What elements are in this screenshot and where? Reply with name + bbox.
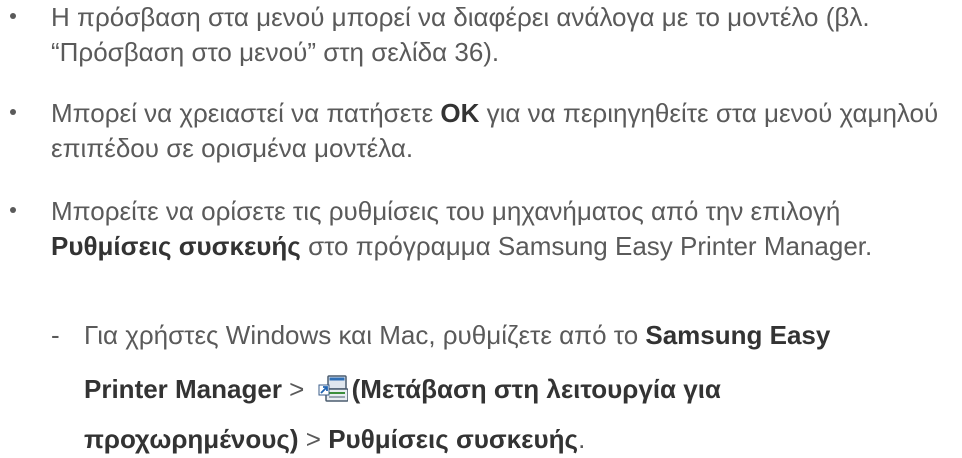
sub-text-prefix: Για χρήστες Windows και Mac, ρυθμίζετε α…: [84, 320, 646, 350]
sub-line: Για χρήστες Windows και Mac, ρυθμίζετε α…: [84, 318, 962, 353]
manual-page: Η πρόσβαση στα μενού μπορεί να διαφέρει …: [0, 0, 962, 458]
bullet-text: Η πρόσβαση στα μενού μπορεί να διαφέρει …: [51, 2, 870, 67]
bullet-dot: [10, 109, 16, 115]
ok-key-label: OK: [440, 98, 480, 128]
sub-line: Printer Manager > (Μετάβαση στη λειτουργ…: [84, 372, 962, 407]
bullet-text: Μπορεί να χρειαστεί να πατήσετε OK για ν…: [51, 96, 962, 166]
sub-line: προχωρημένους) > Ρυθμίσεις συσκευής.: [84, 422, 962, 457]
advanced-mode-label-line1: (Μετάβαση στη λειτουργία για: [351, 374, 721, 404]
path-separator: >: [298, 424, 329, 454]
sub-item-text: Για χρήστες Windows και Mac, ρυθμίζετε α…: [84, 318, 962, 457]
device-settings-label: Ρυθμίσεις συσκευής: [328, 424, 579, 454]
bullet-text: Μπορείτε να ορίσετε τις ρυθμίσεις του μη…: [51, 194, 962, 264]
bullet-text-prefix: Μπορείτε να ορίσετε τις ρυθμίσεις του μη…: [51, 196, 841, 226]
bullet-dot: [10, 207, 16, 213]
advanced-mode-icon: [318, 374, 349, 402]
bullet-text-prefix: Μπορεί να χρειαστεί να πατήσετε: [51, 98, 441, 128]
list-item: Μπορείτε να ορίσετε τις ρυθμίσεις του μη…: [0, 194, 962, 264]
path-separator: >: [281, 374, 312, 404]
app-name-part2: Printer Manager: [84, 374, 282, 404]
bullet-text-suffix: στο πρόγραμμα Samsung Easy Printer Manag…: [300, 231, 873, 261]
advanced-mode-label-line2: προχωρημένους): [84, 424, 299, 454]
dash-marker: -: [51, 320, 60, 350]
list-item: Μπορεί να χρειαστεί να πατήσετε OK για ν…: [0, 96, 962, 166]
device-settings-label: Ρυθμίσεις συσκευής: [51, 231, 301, 261]
list-item: Η πρόσβαση στα μενού μπορεί να διαφέρει …: [0, 0, 962, 70]
sentence-end: .: [578, 424, 586, 454]
app-name-part1: Samsung Easy: [645, 320, 831, 350]
bullet-dot: [10, 13, 16, 19]
